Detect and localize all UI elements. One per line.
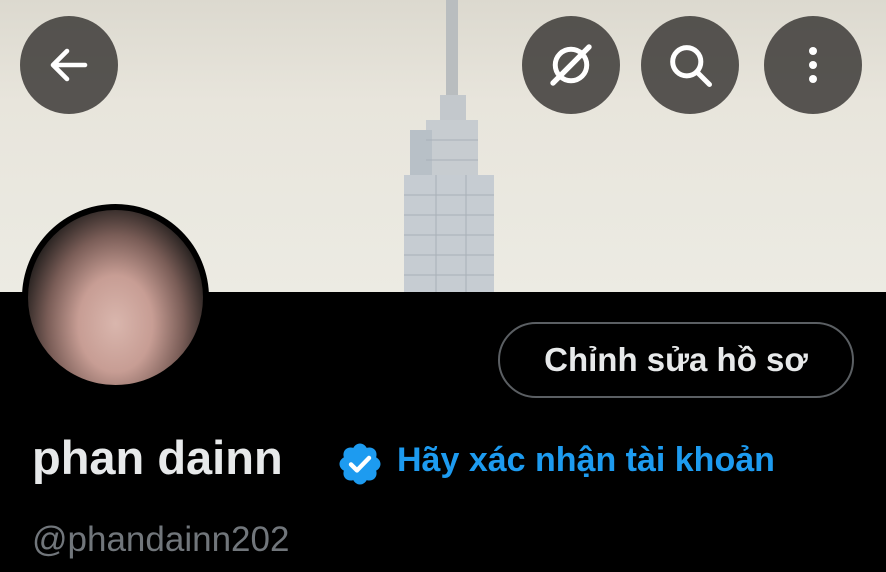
verify-account-link[interactable]: Hãy xác nhận tài khoản	[397, 441, 775, 480]
banner-tower-image	[404, 0, 494, 292]
arrow-left-icon	[50, 48, 88, 82]
user-handle: @phandainn202	[32, 520, 290, 559]
grok-icon	[550, 44, 592, 86]
verified-badge-icon[interactable]	[336, 440, 384, 488]
back-button[interactable]	[20, 16, 118, 114]
more-vertical-icon	[809, 47, 817, 83]
grok-button[interactable]	[522, 16, 620, 114]
display-name: phan dainn	[32, 431, 283, 484]
avatar-image	[28, 210, 203, 385]
edit-profile-button[interactable]: Chỉnh sửa hồ sơ	[498, 322, 854, 398]
search-button[interactable]	[641, 16, 739, 114]
avatar[interactable]	[22, 204, 209, 391]
search-icon	[670, 45, 712, 87]
more-button[interactable]	[764, 16, 862, 114]
